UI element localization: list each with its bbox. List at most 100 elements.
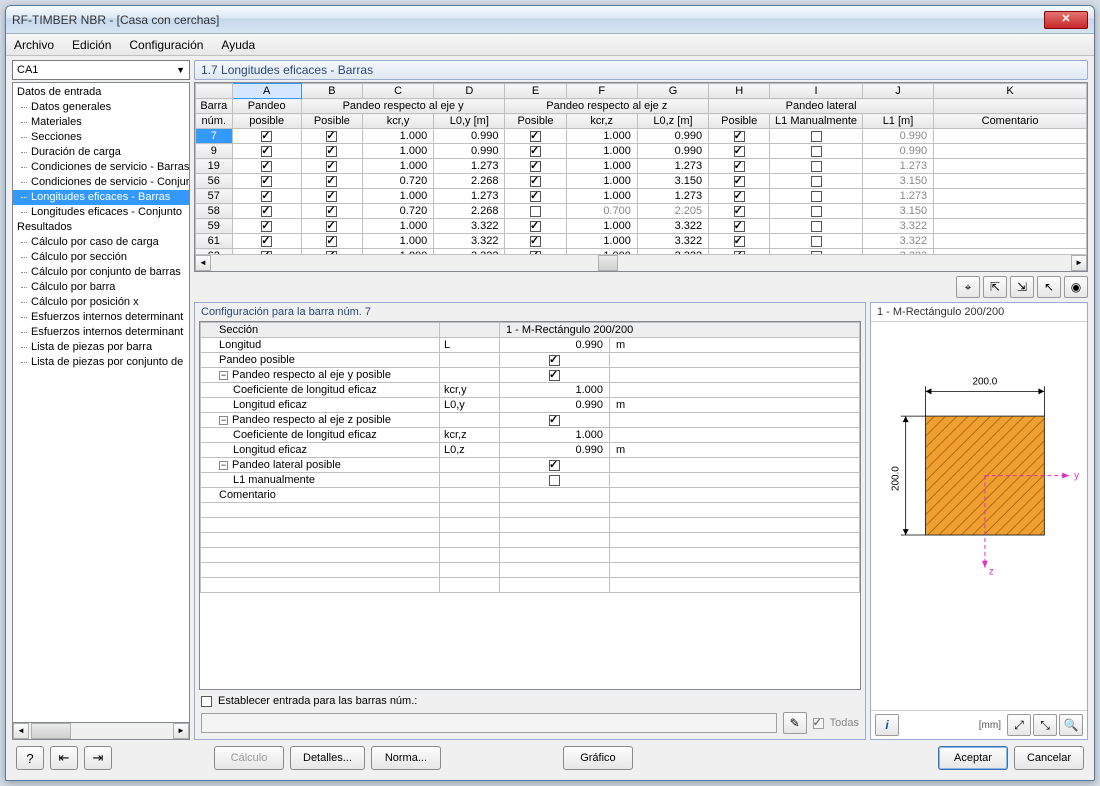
tree-item[interactable]: Longitudes eficaces - Conjunto (13, 205, 189, 220)
checkbox[interactable] (261, 236, 272, 247)
checkbox[interactable] (530, 146, 541, 157)
eye-icon[interactable]: ◉ (1064, 276, 1088, 298)
detail-row[interactable]: Coeficiente de longitud eficazkcr,z1.000 (201, 428, 860, 443)
export1-icon[interactable]: ⇱ (983, 276, 1007, 298)
axes-icon[interactable]: ⤢ (1007, 714, 1031, 736)
menu-edicion[interactable]: Edición (72, 38, 111, 52)
detail-row[interactable]: Pandeo posible (201, 353, 860, 368)
detail-row[interactable]: LongitudL0.990m (201, 338, 860, 353)
tree-item[interactable]: Esfuerzos internos determinant (13, 310, 189, 325)
checkbox[interactable] (261, 251, 272, 254)
tree-item[interactable]: Cálculo por posición x (13, 295, 189, 310)
info-icon[interactable]: i (875, 714, 899, 736)
help-button[interactable]: ? (16, 746, 44, 770)
tree-hscroll[interactable]: ◄ ► (12, 723, 190, 740)
export2-icon[interactable]: ⇲ (1010, 276, 1034, 298)
checkbox[interactable] (549, 370, 560, 381)
checkbox[interactable] (326, 146, 337, 157)
close-button[interactable]: ✕ (1044, 11, 1088, 29)
checkbox[interactable] (811, 131, 822, 142)
import-button[interactable]: ⇤ (50, 746, 78, 770)
table-row[interactable]: 91.0000.9901.0000.9900.990 (196, 144, 1087, 159)
checkbox[interactable] (734, 251, 745, 254)
checkbox[interactable] (530, 176, 541, 187)
aceptar-button[interactable]: Aceptar (938, 746, 1008, 770)
tree-item[interactable]: Longitudes eficaces - Barras (13, 190, 189, 205)
zoom-icon[interactable]: ⤡ (1033, 714, 1057, 736)
checkbox[interactable] (811, 236, 822, 247)
tree-item[interactable]: Cálculo por conjunto de barras (13, 265, 189, 280)
checkbox[interactable] (734, 161, 745, 172)
tree-item[interactable]: Cálculo por barra (13, 280, 189, 295)
grid-hscroll[interactable]: ◄ ► (195, 254, 1087, 271)
checkbox[interactable] (734, 146, 745, 157)
tree-item[interactable]: Condiciones de servicio - Conjun (13, 175, 189, 190)
case-combo[interactable]: CA1 ▼ (12, 60, 190, 80)
checkbox[interactable] (530, 161, 541, 172)
checkbox[interactable] (811, 176, 822, 187)
checkbox[interactable] (530, 236, 541, 247)
tree-item[interactable]: Lista de piezas por barra (13, 340, 189, 355)
checkbox[interactable] (530, 131, 541, 142)
detalles-button[interactable]: Detalles... (290, 746, 365, 770)
detail-table[interactable]: Sección1 - M-Rectángulo 200/200LongitudL… (200, 322, 860, 593)
detail-row[interactable]: L1 manualmente (201, 473, 860, 488)
nav-tree[interactable]: Datos de entradaDatos generalesMateriale… (12, 82, 190, 723)
checkbox[interactable] (261, 131, 272, 142)
detail-row[interactable]: Comentario (201, 488, 860, 503)
tree-item[interactable]: Cálculo por sección (13, 250, 189, 265)
detail-row[interactable]: −Pandeo respecto al eje y posible (201, 368, 860, 383)
set-entry-checkbox[interactable] (201, 696, 212, 707)
tree-item[interactable]: Lista de piezas por conjunto de (13, 355, 189, 370)
detail-row[interactable]: Coeficiente de longitud eficazkcr,y1.000 (201, 383, 860, 398)
checkbox[interactable] (549, 475, 560, 486)
norma-button[interactable]: Norma... (371, 746, 441, 770)
table-row[interactable]: 580.7202.2680.7002.2053.150 (196, 204, 1087, 219)
tree-item[interactable]: Condiciones de servicio - Barras (13, 160, 189, 175)
detail-row[interactable]: Longitud eficazL0,z0.990m (201, 443, 860, 458)
checkbox[interactable] (811, 146, 822, 157)
checkbox[interactable] (734, 221, 745, 232)
table-row[interactable]: 71.0000.9901.0000.9900.990 (196, 129, 1087, 144)
checkbox[interactable] (530, 206, 541, 217)
checkbox[interactable] (530, 191, 541, 202)
checkbox[interactable] (549, 460, 560, 471)
checkbox[interactable] (326, 251, 337, 254)
scroll-left-icon[interactable]: ◄ (13, 723, 29, 739)
checkbox[interactable] (326, 236, 337, 247)
checkbox[interactable] (261, 161, 272, 172)
tree-item[interactable]: Secciones (13, 130, 189, 145)
checkbox[interactable] (549, 415, 560, 426)
tree-root[interactable]: Resultados (13, 220, 189, 235)
tree-item[interactable]: Duración de carga (13, 145, 189, 160)
table-row[interactable]: 591.0003.3221.0003.3223.322 (196, 219, 1087, 234)
checkbox[interactable] (734, 191, 745, 202)
checkbox[interactable] (326, 176, 337, 187)
detail-row[interactable]: Sección1 - M-Rectángulo 200/200 (201, 323, 860, 338)
checkbox[interactable] (734, 176, 745, 187)
checkbox[interactable] (261, 176, 272, 187)
checkbox[interactable] (261, 221, 272, 232)
checkbox[interactable] (326, 191, 337, 202)
table-row[interactable]: 611.0003.3221.0003.3223.322 (196, 234, 1087, 249)
tree-item[interactable]: Materiales (13, 115, 189, 130)
checkbox[interactable] (326, 206, 337, 217)
checkbox[interactable] (811, 221, 822, 232)
tree-item[interactable]: Esfuerzos internos determinant (13, 325, 189, 340)
cancelar-button[interactable]: Cancelar (1014, 746, 1084, 770)
checkbox[interactable] (261, 191, 272, 202)
set-entry-input[interactable] (201, 713, 777, 733)
checkbox[interactable] (811, 251, 822, 254)
grid-table[interactable]: ABCDEFGHIJKBarraPandeoPandeo respecto al… (195, 83, 1087, 254)
detail-row[interactable]: −Pandeo respecto al eje z posible (201, 413, 860, 428)
tree-item[interactable]: Cálculo por caso de carga (13, 235, 189, 250)
checkbox[interactable] (811, 206, 822, 217)
scroll-right-icon[interactable]: ► (1071, 255, 1087, 271)
table-row[interactable]: 191.0001.2731.0001.2731.273 (196, 159, 1087, 174)
checkbox[interactable] (530, 251, 541, 254)
detail-row[interactable]: Longitud eficazL0,y0.990m (201, 398, 860, 413)
pick-member-icon[interactable]: ✎ (783, 712, 807, 734)
export-button[interactable]: ⇥ (84, 746, 112, 770)
todas-checkbox[interactable] (813, 718, 824, 729)
checkbox[interactable] (734, 206, 745, 217)
